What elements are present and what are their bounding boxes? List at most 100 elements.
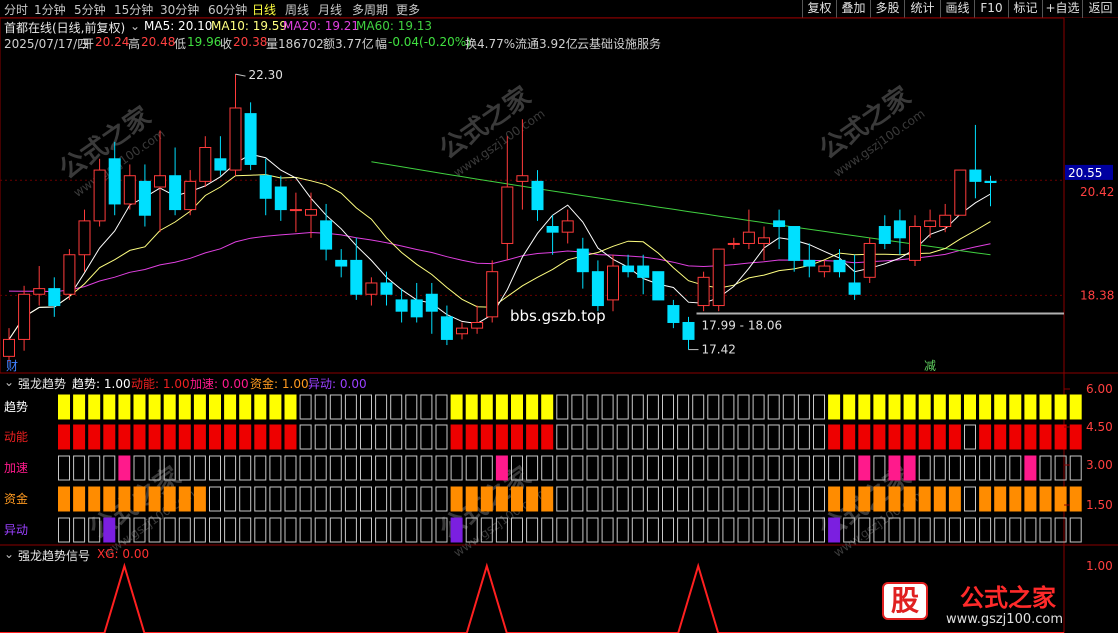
signal-collapse-icon[interactable]: ⌄ xyxy=(4,547,14,561)
box-accel-29 xyxy=(495,455,508,481)
chart-canvas[interactable]: 公式之家www.gszj100.com 公式之家www.gszj100.com 公式… xyxy=(0,0,1118,633)
ma10-line xyxy=(8,174,991,340)
ind-axis-3: 1.50 xyxy=(1086,498,1113,512)
indicator-collapse-icon[interactable]: ⌄ xyxy=(4,375,14,389)
box-trend-57 xyxy=(918,394,931,420)
box-capital-11 xyxy=(224,486,237,512)
box-kinetic-20 xyxy=(360,424,372,450)
box-kinetic-25 xyxy=(435,424,448,450)
candle-33 xyxy=(501,136,514,261)
box-unusual-67 xyxy=(1069,517,1082,543)
box-capital-33 xyxy=(556,486,569,512)
box-trend-35 xyxy=(586,394,599,420)
box-kinetic-64 xyxy=(1024,424,1037,450)
box-capital-7 xyxy=(163,486,176,512)
box-capital-44 xyxy=(722,486,735,512)
box-unusual-16 xyxy=(299,517,312,543)
box-kinetic-2 xyxy=(88,424,101,450)
box-capital-2 xyxy=(88,486,101,512)
box-unusual-32 xyxy=(541,517,554,543)
box-accel-56 xyxy=(903,455,916,481)
box-accel-44 xyxy=(722,455,735,481)
box-kinetic-48 xyxy=(782,424,795,450)
box-kinetic-12 xyxy=(239,424,252,450)
box-accel-64 xyxy=(1024,455,1037,481)
signal-legend: XG: 0.00 xyxy=(97,547,150,561)
box-capital-36 xyxy=(601,486,614,512)
box-trend-4 xyxy=(118,394,131,420)
box-kinetic-10 xyxy=(209,424,221,450)
candle-57 xyxy=(863,237,876,283)
box-trend-24 xyxy=(420,394,433,420)
box-kinetic-59 xyxy=(948,424,961,450)
box-trend-13 xyxy=(254,394,267,420)
watermark-1: 公式之家www.gszj100.com xyxy=(434,81,548,180)
box-kinetic-19 xyxy=(344,424,357,450)
candle-39 xyxy=(591,260,604,312)
box-capital-48 xyxy=(782,486,795,512)
box-capital-22 xyxy=(390,486,403,512)
box-unusual-21 xyxy=(375,517,388,543)
box-unusual-10 xyxy=(209,517,221,543)
box-capital-6 xyxy=(148,486,161,512)
box-kinetic-42 xyxy=(692,424,705,450)
box-trend-31 xyxy=(526,394,539,420)
box-accel-0 xyxy=(58,455,70,481)
box-kinetic-62 xyxy=(994,424,1007,450)
box-capital-61 xyxy=(979,486,992,512)
box-accel-46 xyxy=(752,455,765,481)
box-trend-34 xyxy=(571,394,584,420)
box-trend-33 xyxy=(556,394,569,420)
box-accel-57 xyxy=(918,455,931,481)
box-kinetic-8 xyxy=(178,424,191,450)
box-trend-8 xyxy=(178,394,191,420)
box-trend-39 xyxy=(646,394,659,420)
box-unusual-13 xyxy=(254,517,267,543)
box-trend-50 xyxy=(813,394,825,420)
box-unusual-63 xyxy=(1009,517,1022,543)
box-kinetic-39 xyxy=(646,424,659,450)
box-trend-58 xyxy=(933,394,946,420)
box-unusual-0 xyxy=(58,517,70,543)
candle-46 xyxy=(697,271,710,312)
box-accel-42 xyxy=(692,455,705,481)
box-accel-20 xyxy=(360,455,372,481)
box-accel-36 xyxy=(601,455,614,481)
box-trend-32 xyxy=(541,394,554,420)
box-unusual-20 xyxy=(360,517,372,543)
box-accel-35 xyxy=(586,455,599,481)
candle-64 xyxy=(969,124,982,199)
box-trend-62 xyxy=(994,394,1007,420)
box-trend-15 xyxy=(284,394,297,420)
box-capital-32 xyxy=(541,486,554,512)
box-capital-1 xyxy=(73,486,86,512)
box-trend-28 xyxy=(480,394,493,420)
box-kinetic-45 xyxy=(737,424,750,450)
box-trend-65 xyxy=(1039,394,1052,420)
box-capital-49 xyxy=(797,486,810,512)
box-capital-62 xyxy=(994,486,1007,512)
box-trend-0 xyxy=(58,394,70,420)
candle-32 xyxy=(486,260,499,323)
candle-60 xyxy=(909,215,921,267)
candle-52 xyxy=(788,226,801,272)
candle-36 xyxy=(546,215,559,255)
box-capital-38 xyxy=(631,486,644,512)
box-capital-59 xyxy=(948,486,961,512)
box-accel-2 xyxy=(88,455,101,481)
tag-right: 减 xyxy=(924,359,936,373)
box-trend-18 xyxy=(329,394,342,420)
candle-3 xyxy=(48,277,61,317)
box-accel-5 xyxy=(133,455,146,481)
box-accel-32 xyxy=(541,455,554,481)
box-trend-67 xyxy=(1069,394,1082,420)
box-kinetic-4 xyxy=(118,424,131,450)
box-accel-49 xyxy=(797,455,810,481)
candle-51 xyxy=(773,209,786,250)
box-capital-54 xyxy=(873,486,886,512)
box-capital-5 xyxy=(133,486,146,512)
box-kinetic-66 xyxy=(1054,424,1067,450)
box-trend-36 xyxy=(601,394,614,420)
box-trend-26 xyxy=(450,394,463,420)
box-accel-12 xyxy=(239,455,252,481)
